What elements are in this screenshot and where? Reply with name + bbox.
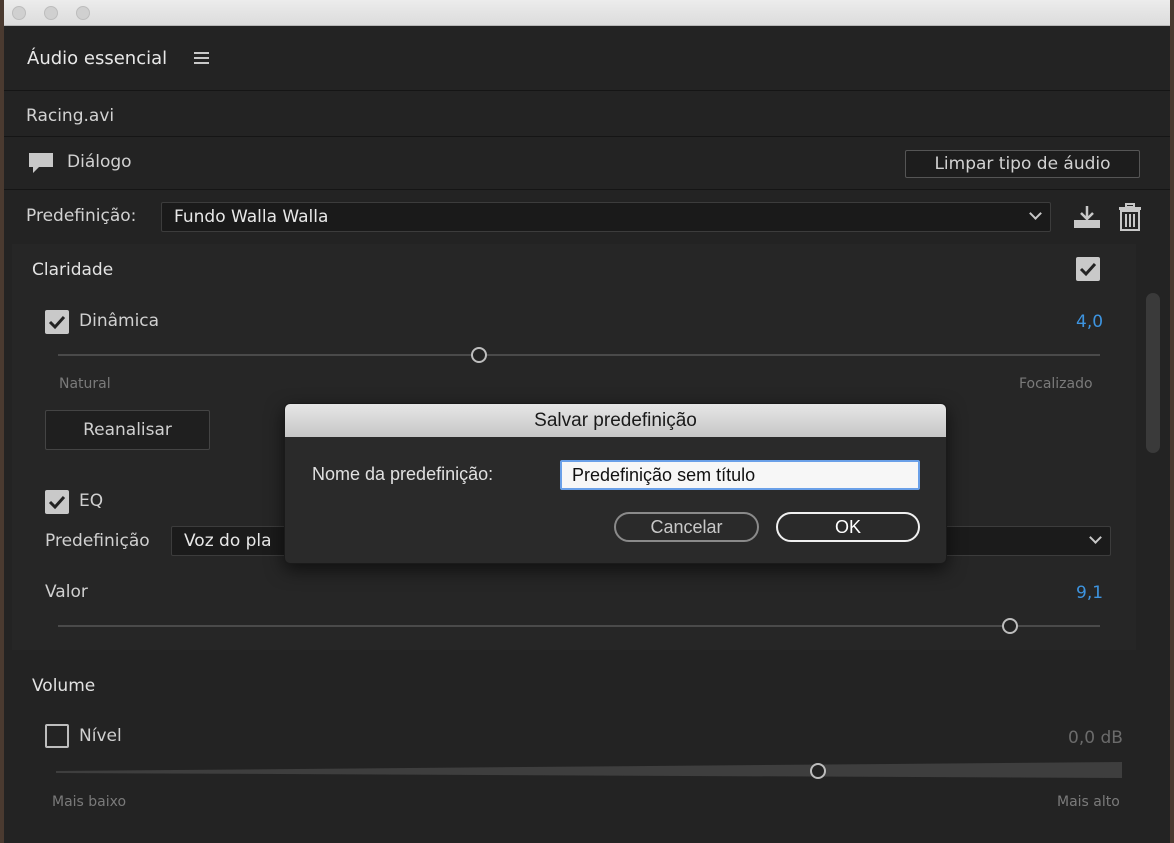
dynamics-value[interactable]: 4,0 bbox=[1076, 312, 1103, 332]
window-titlebar bbox=[4, 0, 1170, 26]
cancel-button[interactable]: Cancelar bbox=[614, 512, 759, 542]
chevron-down-icon bbox=[1029, 207, 1042, 220]
zoom-window-button[interactable] bbox=[76, 6, 90, 20]
minimize-window-button[interactable] bbox=[44, 6, 58, 20]
preset-name-label: Nome da predefinição: bbox=[312, 464, 494, 484]
panel-menu-icon[interactable] bbox=[194, 52, 209, 64]
dynamics-slider-track[interactable] bbox=[58, 354, 1100, 356]
reanalyze-button[interactable]: Reanalisar bbox=[45, 410, 210, 450]
preset-dropdown[interactable]: Fundo Walla Walla bbox=[161, 202, 1051, 232]
chevron-down-icon bbox=[1089, 531, 1102, 544]
eq-checkbox[interactable] bbox=[45, 490, 69, 514]
save-preset-icon[interactable] bbox=[1072, 204, 1102, 230]
eq-label: EQ bbox=[79, 491, 104, 511]
close-window-button[interactable] bbox=[12, 6, 26, 20]
dynamics-checkbox[interactable] bbox=[45, 310, 69, 334]
eq-amount-slider-handle[interactable] bbox=[1002, 618, 1018, 634]
dialog-title: Salvar predefinição bbox=[285, 404, 946, 437]
volume-title: Volume bbox=[32, 676, 96, 696]
level-min-label: Mais baixo bbox=[52, 794, 127, 810]
dynamics-min-label: Natural bbox=[59, 376, 111, 392]
panel-title: Áudio essencial bbox=[27, 48, 168, 69]
eq-amount-slider-track[interactable] bbox=[58, 625, 1100, 627]
eq-preset-value: Voz do pla bbox=[184, 531, 272, 551]
clip-name: Racing.avi bbox=[26, 106, 115, 126]
clarity-title: Claridade bbox=[32, 260, 114, 280]
divider bbox=[4, 90, 1170, 91]
preset-label: Predefinição: bbox=[26, 206, 137, 226]
trash-icon[interactable] bbox=[1118, 203, 1142, 231]
preset-dropdown-value: Fundo Walla Walla bbox=[174, 207, 329, 227]
eq-amount-label: Valor bbox=[45, 582, 88, 602]
level-label: Nível bbox=[79, 726, 122, 746]
level-checkbox[interactable] bbox=[45, 724, 69, 748]
divider bbox=[4, 136, 1170, 137]
clarity-enable-checkbox[interactable] bbox=[1076, 257, 1100, 281]
dynamics-slider-handle[interactable] bbox=[471, 347, 487, 363]
preset-name-input[interactable]: Predefinição sem título bbox=[560, 460, 920, 490]
audio-type-label: Diálogo bbox=[67, 152, 132, 172]
level-slider-handle[interactable] bbox=[810, 763, 826, 779]
dynamics-label: Dinâmica bbox=[79, 311, 160, 331]
divider bbox=[4, 189, 1170, 190]
level-slider-track[interactable] bbox=[56, 760, 1122, 780]
ok-button[interactable]: OK bbox=[776, 512, 920, 542]
level-value[interactable]: 0,0 dB bbox=[1068, 728, 1123, 748]
level-max-label: Mais alto bbox=[1057, 794, 1120, 810]
eq-preset-label: Predefinição bbox=[45, 531, 150, 551]
save-preset-dialog: Salvar predefinição Nome da predefinição… bbox=[284, 403, 947, 564]
clear-audio-type-button[interactable]: Limpar tipo de áudio bbox=[905, 150, 1140, 178]
speech-bubble-icon bbox=[29, 153, 53, 173]
panel-scrollbar[interactable] bbox=[1146, 293, 1160, 453]
eq-amount-value[interactable]: 9,1 bbox=[1076, 583, 1103, 603]
dynamics-max-label: Focalizado bbox=[1019, 376, 1093, 392]
